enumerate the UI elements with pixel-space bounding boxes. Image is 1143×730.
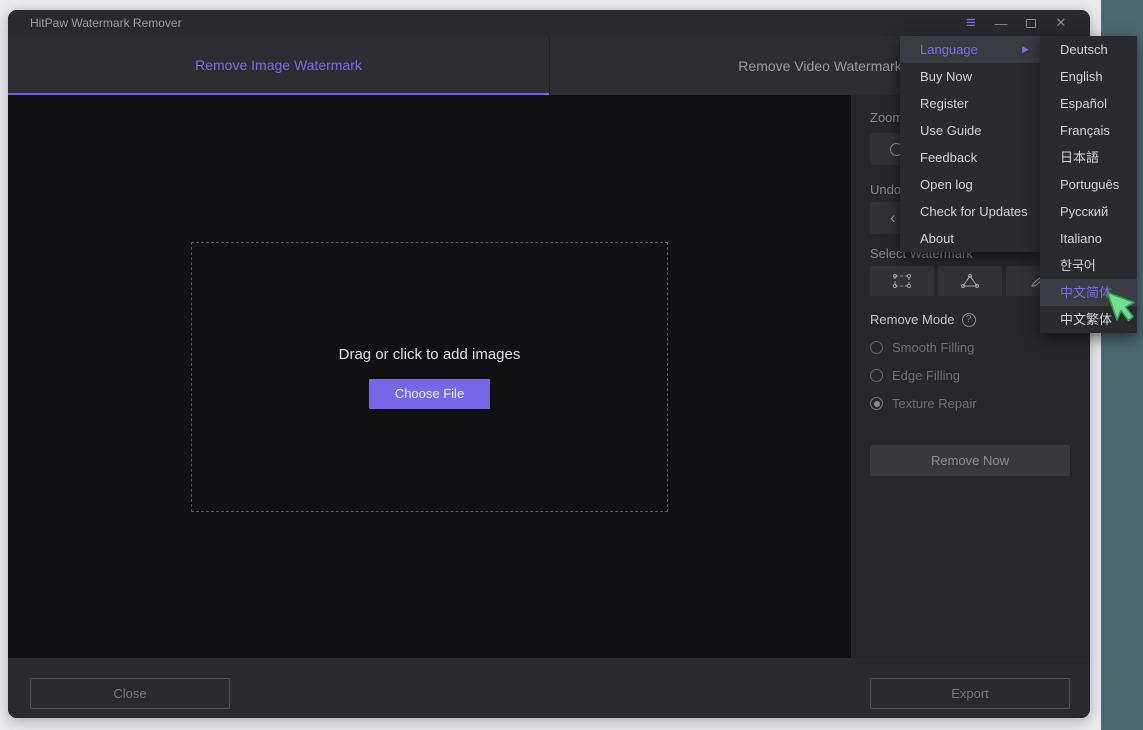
window-title: HitPaw Watermark Remover — [22, 16, 182, 30]
image-canvas: Drag or click to add images Choose File — [8, 95, 851, 658]
language-item-english[interactable]: English — [1040, 63, 1137, 90]
export-button[interactable]: Export — [870, 678, 1070, 709]
drop-zone[interactable]: Drag or click to add images Choose File — [191, 242, 668, 512]
radio-circle-icon — [870, 369, 883, 382]
menu-item-use-guide[interactable]: Use Guide — [900, 117, 1040, 144]
title-bar: HitPaw Watermark Remover ≡ — ✕ — [8, 10, 1090, 36]
language-item-korean[interactable]: 한국어 — [1040, 252, 1137, 279]
menu-item-feedback[interactable]: Feedback — [900, 144, 1040, 171]
help-icon[interactable]: ? — [962, 313, 976, 327]
submenu-arrow-icon: ▶ — [1022, 36, 1029, 63]
remove-mode-header: Remove Mode ? — [870, 312, 976, 327]
language-item-japanese[interactable]: 日本語 — [1040, 144, 1137, 171]
maximize-box-glyph — [1026, 19, 1036, 28]
close-button[interactable]: Close — [30, 678, 230, 709]
maximize-icon[interactable] — [1016, 12, 1046, 34]
menu-item-check-for-updates[interactable]: Check for Updates — [900, 198, 1040, 225]
language-submenu: Deutsch English Español Français 日本語 Por… — [1040, 36, 1137, 333]
drop-hint-text: Drag or click to add images — [339, 346, 521, 363]
choose-file-button[interactable]: Choose File — [369, 379, 490, 409]
marquee-icon — [891, 273, 913, 289]
footer-bar: Close Export — [8, 658, 1090, 718]
app-dropdown-menu: Language ▶ Buy Now Register Use Guide Fe… — [900, 36, 1040, 252]
zoom-label: Zoom — [870, 110, 903, 125]
tab-remove-image-watermark[interactable]: Remove Image Watermark — [8, 36, 549, 95]
remove-now-button[interactable]: Remove Now — [870, 445, 1070, 476]
radio-smooth-filling[interactable]: Smooth Filling — [870, 340, 974, 355]
menu-item-open-log[interactable]: Open log — [900, 171, 1040, 198]
menu-item-buy-now[interactable]: Buy Now — [900, 63, 1040, 90]
polygon-icon — [959, 273, 981, 289]
marquee-select-tool-button[interactable] — [870, 266, 934, 296]
undo-arrow-icon: ‹ — [890, 208, 896, 228]
language-item-italiano[interactable]: Italiano — [1040, 225, 1137, 252]
radio-label: Texture Repair — [892, 396, 977, 411]
radio-label: Edge Filling — [892, 368, 960, 383]
remove-mode-label: Remove Mode — [870, 312, 955, 327]
menu-item-language[interactable]: Language ▶ — [900, 36, 1040, 63]
close-icon[interactable]: ✕ — [1046, 12, 1076, 34]
menu-item-register[interactable]: Register — [900, 90, 1040, 117]
radio-circle-icon — [870, 341, 883, 354]
language-item-russian[interactable]: Русский — [1040, 198, 1137, 225]
language-item-espanol[interactable]: Español — [1040, 90, 1137, 117]
radio-label: Smooth Filling — [892, 340, 974, 355]
language-item-portugues[interactable]: Português — [1040, 171, 1137, 198]
menu-item-label: Language — [920, 42, 978, 57]
polygon-select-tool-button[interactable] — [938, 266, 1002, 296]
undo-label: Undo — [870, 182, 901, 197]
hamburger-menu-icon[interactable]: ≡ — [956, 12, 986, 34]
radio-texture-repair[interactable]: Texture Repair — [870, 396, 977, 411]
radio-edge-filling[interactable]: Edge Filling — [870, 368, 960, 383]
language-item-deutsch[interactable]: Deutsch — [1040, 36, 1137, 63]
language-item-francais[interactable]: Français — [1040, 117, 1137, 144]
titlebar-buttons: ≡ — ✕ — [956, 12, 1076, 34]
menu-item-about[interactable]: About — [900, 225, 1040, 252]
minimize-icon[interactable]: — — [986, 12, 1016, 34]
mouse-cursor-icon — [1106, 291, 1136, 331]
radio-circle-icon — [870, 397, 883, 410]
